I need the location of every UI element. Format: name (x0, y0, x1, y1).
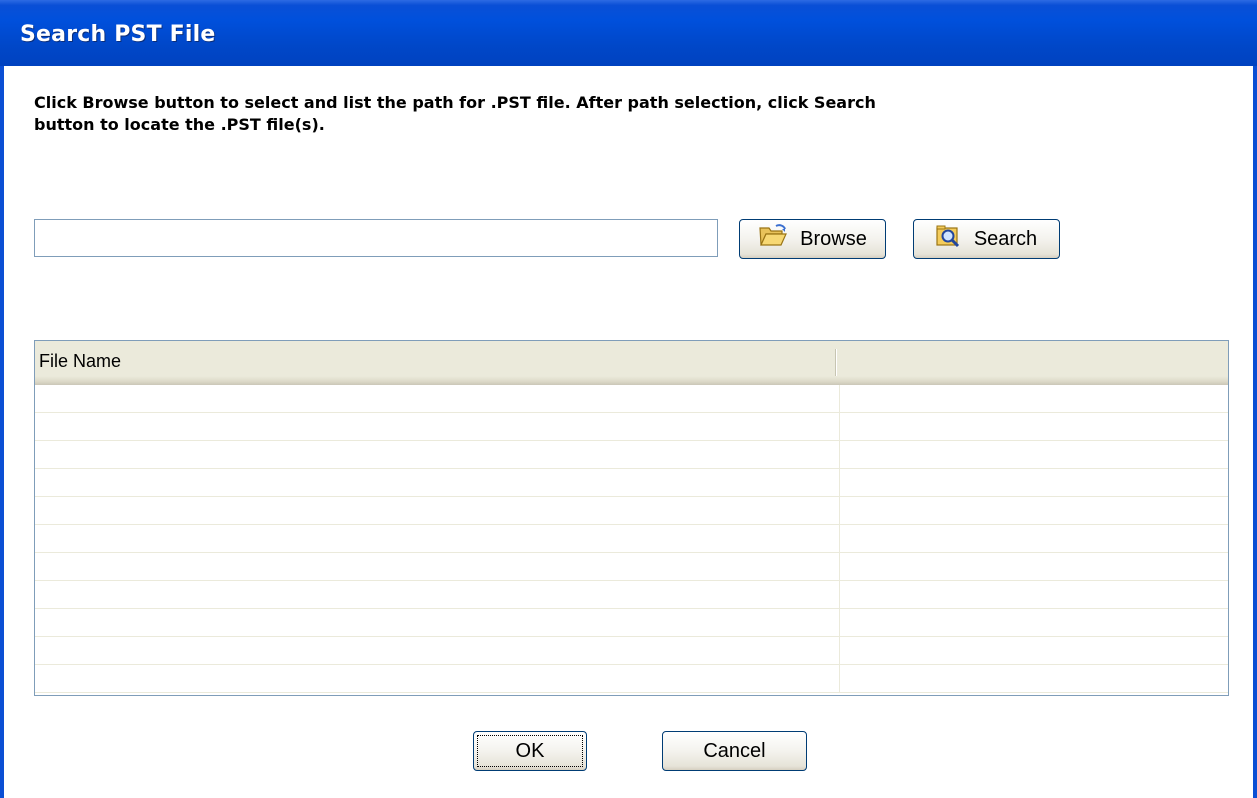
list-row (35, 497, 1228, 525)
ok-button[interactable]: OK (473, 731, 587, 771)
list-row (35, 469, 1228, 497)
path-input[interactable] (34, 219, 718, 257)
browse-button-label: Browse (800, 227, 867, 250)
search-folder-icon (936, 224, 962, 254)
file-list-body[interactable] (35, 385, 1228, 695)
list-row (35, 581, 1228, 609)
folder-open-icon (758, 223, 788, 255)
list-row (35, 385, 1228, 413)
instructions-text: Click Browse button to select and list t… (34, 93, 876, 134)
window-frame-left (0, 66, 4, 798)
window-frame-right (1253, 66, 1257, 798)
list-row (35, 413, 1228, 441)
list-row (35, 441, 1228, 469)
search-button[interactable]: Search (913, 219, 1060, 259)
list-row (35, 609, 1228, 637)
cancel-button[interactable]: Cancel (662, 731, 807, 771)
cancel-button-label: Cancel (703, 739, 766, 762)
search-button-label: Search (973, 227, 1038, 250)
list-row (35, 665, 1228, 693)
list-row (35, 637, 1228, 665)
dialog-title: Search PST File (20, 22, 216, 47)
column-header-2[interactable] (837, 341, 1228, 382)
column-header-file-name[interactable]: File Name (35, 341, 837, 382)
browse-button[interactable]: Browse (739, 219, 886, 259)
list-row (35, 525, 1228, 553)
file-list-header: File Name (35, 341, 1228, 385)
file-list[interactable]: File Name (34, 340, 1229, 696)
list-row (35, 553, 1228, 581)
ok-button-label: OK (515, 739, 545, 762)
dialog-titlebar[interactable]: Search PST File (0, 0, 1257, 66)
